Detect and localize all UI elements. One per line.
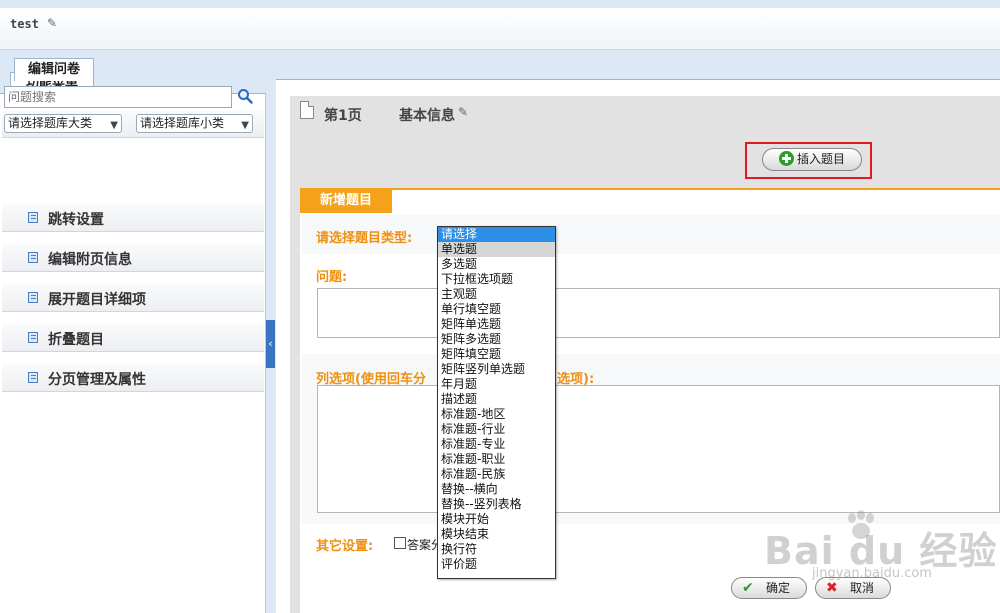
dropdown-option[interactable]: 单选题 <box>438 242 555 257</box>
menu-item-jump-settings[interactable]: 跳转设置 <box>2 204 264 232</box>
menu-item-page-management[interactable]: 分页管理及属性 <box>2 364 264 392</box>
dropdown-option[interactable]: 描述题 <box>438 392 555 407</box>
menu-item-label: 折叠题目 <box>48 332 104 348</box>
add-icon <box>779 151 794 166</box>
dropdown-option[interactable]: 单行填空题 <box>438 302 555 317</box>
page-label[interactable]: 第1页 <box>324 105 362 125</box>
dropdown-option[interactable]: 矩阵填空题 <box>438 347 555 362</box>
close-icon: ✖ <box>826 580 838 596</box>
list-icon <box>28 372 38 383</box>
menu-item-edit-attachment[interactable]: 编辑附页信息 <box>2 244 264 272</box>
basic-info-label[interactable]: 基本信息 <box>399 105 455 125</box>
list-icon <box>28 292 38 303</box>
edit-title-icon[interactable]: ✎ <box>47 16 57 30</box>
dropdown-option[interactable]: 替换--横向 <box>438 482 555 497</box>
chevron-down-icon: ▼ <box>110 120 118 131</box>
question-label: 问题: <box>316 270 348 285</box>
page-icon <box>300 101 314 119</box>
list-icon <box>28 252 38 263</box>
function-menu-panel: 功能菜单 题库 跳转设置 编辑附页信息 展开题目详细项 折叠题目 分页管理及属性 <box>0 64 266 613</box>
menu-item-label: 编辑附页信息 <box>48 252 132 268</box>
question-search-box <box>4 86 232 108</box>
ok-button-label: 确定 <box>766 581 791 595</box>
app-title: test <box>10 17 39 31</box>
chevron-down-icon: ▼ <box>241 120 249 131</box>
dropdown-option[interactable]: 矩阵单选题 <box>438 317 555 332</box>
dropdown-option[interactable]: 多选题 <box>438 257 555 272</box>
dropdown-option[interactable]: 矩阵竖列单选题 <box>438 362 555 377</box>
menu-item-label: 跳转设置 <box>48 212 104 228</box>
dropdown-option[interactable]: 替换--竖列表格 <box>438 497 555 512</box>
menu-item-collapse-questions[interactable]: 折叠题目 <box>2 324 264 352</box>
dropdown-option[interactable]: 标准题-专业 <box>438 437 555 452</box>
list-icon <box>28 212 38 223</box>
menu-item-label: 分页管理及属性 <box>48 372 146 388</box>
cancel-button-label: 取消 <box>850 581 875 595</box>
tab-edit-survey[interactable]: 编辑问卷 <box>14 58 94 81</box>
category-select[interactable]: 请选择题库大类 ▼ <box>4 114 122 133</box>
question-type-dropdown-list[interactable]: 请选择 单选题 多选题 下拉框选项题 主观题 单行填空题 矩阵单选题 矩阵多选题… <box>437 226 556 579</box>
search-icon[interactable] <box>237 88 253 104</box>
main-tab-bar <box>276 50 1000 80</box>
dropdown-option[interactable]: 模块开始 <box>438 512 555 527</box>
dropdown-option[interactable]: 下拉框选项题 <box>438 272 555 287</box>
category-select-value: 请选择题库大类 <box>8 116 93 130</box>
dropdown-option[interactable]: 模块结束 <box>438 527 555 542</box>
insert-question-button[interactable]: 插入题目 <box>762 148 862 171</box>
other-settings-label: 其它设置: <box>316 539 374 554</box>
app-header: test ✎ <box>0 8 1000 50</box>
edit-info-icon[interactable]: ✎ <box>458 105 468 119</box>
dropdown-option[interactable]: 评价题 <box>438 557 555 572</box>
answer-checkbox[interactable] <box>394 537 406 549</box>
dropdown-option[interactable]: 换行符 <box>438 542 555 557</box>
check-icon: ✔ <box>742 580 754 596</box>
menu-item-expand-details[interactable]: 展开题目详细项 <box>2 284 264 312</box>
ok-button[interactable]: ✔ 确定 <box>731 577 807 599</box>
dropdown-option[interactable]: 年月题 <box>438 377 555 392</box>
dropdown-option[interactable]: 标准题-民族 <box>438 467 555 482</box>
cancel-button[interactable]: ✖ 取消 <box>815 577 891 599</box>
subcategory-select-value: 请选择题库小类 <box>140 116 225 130</box>
list-icon <box>28 332 38 343</box>
tab-new-question[interactable]: 新增题目 <box>300 189 392 213</box>
question-type-label: 请选择题目类型: <box>316 231 413 246</box>
dropdown-option[interactable]: 请选择 <box>438 227 555 242</box>
question-textarea[interactable] <box>317 288 1000 338</box>
dropdown-option[interactable]: 标准题-地区 <box>438 407 555 422</box>
dropdown-option[interactable]: 标准题-职业 <box>438 452 555 467</box>
panel-splitter: ‹ <box>266 64 276 613</box>
question-search-input[interactable] <box>5 87 231 107</box>
dropdown-option[interactable]: 矩阵多选题 <box>438 332 555 347</box>
collapse-panel-button[interactable]: ‹ <box>266 320 275 368</box>
options-textarea[interactable] <box>317 385 1000 513</box>
top-strip <box>0 0 1000 8</box>
menu-item-label: 展开题目详细项 <box>48 292 146 308</box>
subcategory-select[interactable]: 请选择题库小类 ▼ <box>136 114 253 133</box>
dropdown-option[interactable]: 主观题 <box>438 287 555 302</box>
dropdown-option[interactable]: 标准题-行业 <box>438 422 555 437</box>
